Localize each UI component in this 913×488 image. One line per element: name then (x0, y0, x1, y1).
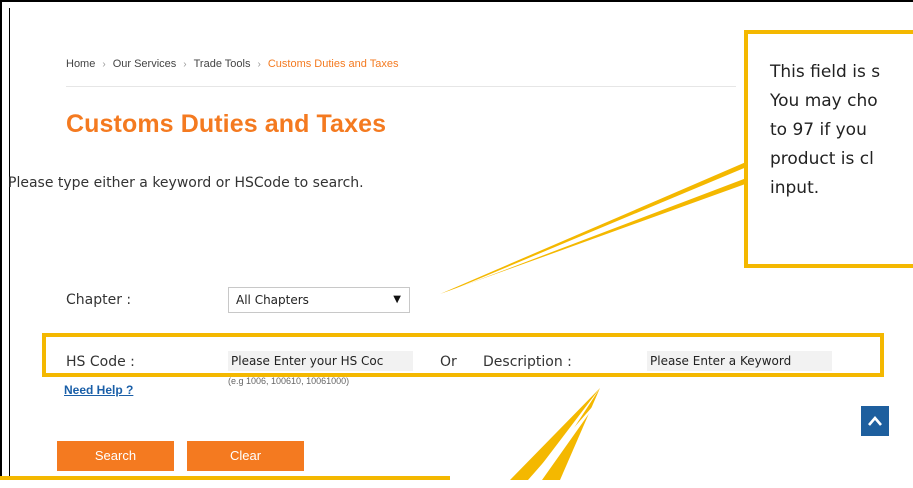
bottom-annotation-callout (0, 476, 450, 488)
callout-line: This field is s (770, 62, 881, 82)
callout-text: This field is s You may cho to 97 if you… (770, 58, 880, 203)
callout-line: You may cho (770, 91, 878, 111)
callout-line: input. (770, 178, 820, 198)
callout-pointer-fill (452, 166, 757, 290)
annotation-callout: This field is s You may cho to 97 if you… (744, 30, 913, 268)
callout-line: product is cl (770, 149, 874, 169)
callout-line: to 97 if you (770, 120, 867, 140)
